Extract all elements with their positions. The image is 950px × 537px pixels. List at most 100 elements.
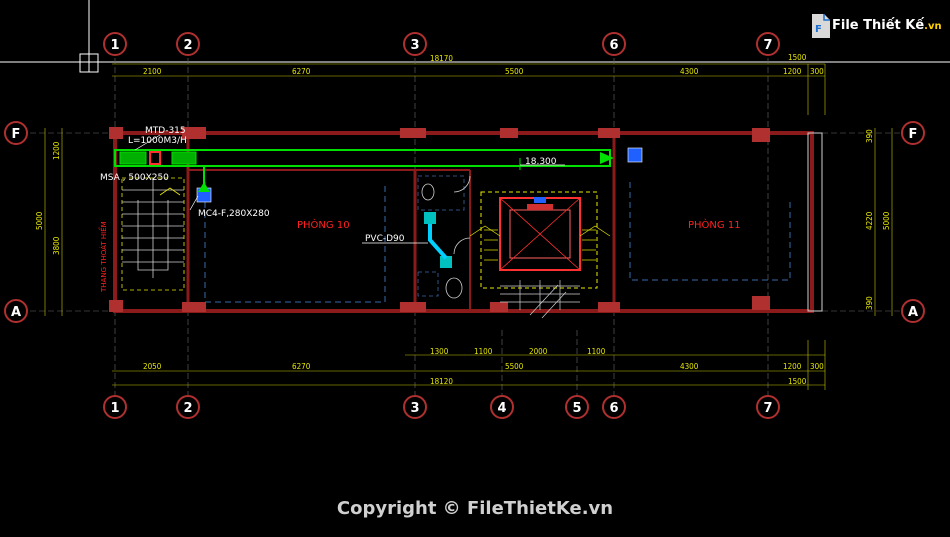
column	[109, 300, 123, 312]
grid-label: F	[12, 127, 21, 142]
grid-label: 3	[410, 401, 419, 416]
grid-bubble-bottom: 5	[565, 395, 589, 419]
room-outlines	[204, 182, 791, 303]
dim-top-seg: 1200	[783, 67, 802, 76]
dim-bottom-seg1: 1100	[587, 347, 606, 356]
dim-left-top: 1200	[52, 141, 61, 160]
dim-bottom-overall: 18120	[430, 377, 453, 386]
room-10-label: PHÒNG 10	[297, 218, 350, 231]
grid-label: 1	[110, 38, 119, 53]
dim-bottom-seg2: 5500	[505, 362, 524, 371]
grid-bubble-top: 3	[403, 32, 427, 56]
dim-right-outer: 5000	[882, 211, 891, 230]
grid-bubble-bottom: 1	[103, 395, 127, 419]
logo-main: File Thiết Kế	[832, 18, 925, 33]
grid-label: 5	[572, 401, 581, 416]
stair-core	[469, 191, 611, 319]
level-mark: 18.300	[525, 157, 557, 167]
note-mc: MC4-F,280X280	[198, 209, 270, 219]
grid-label: 2	[183, 38, 192, 53]
svg-text:F: F	[815, 24, 822, 35]
grid-label: 3	[410, 38, 419, 53]
grid-label: 2	[183, 401, 192, 416]
grid-bubble-row: A	[4, 299, 28, 323]
dim-bottom-seg2: 6270	[292, 362, 311, 371]
dim-bottom-seg2: 2050	[143, 362, 162, 371]
dim-right-bottom: 390	[865, 296, 874, 310]
dim-top-seg: 2100	[143, 67, 162, 76]
pvc-pipe	[424, 212, 452, 268]
dim-bottom-seg2: 1200	[783, 362, 802, 371]
dim-right-top: 390	[865, 129, 874, 143]
room-11-label: PHÒNG 11	[688, 218, 741, 231]
dim-right-inner: 4220	[865, 211, 874, 230]
dim-bottom-seg1: 1100	[474, 347, 493, 356]
stair-label: THANG THOÁT HIỂM	[98, 221, 108, 293]
grid-label: 6	[609, 401, 618, 416]
grid-label: F	[909, 127, 918, 142]
dim-bottom-seg2: 300	[810, 362, 824, 371]
copyright-watermark: Copyright © FileThietKe.vn	[336, 498, 614, 519]
column	[109, 127, 123, 139]
side-dimensions: 5000 1200 3800 5000 4220 390 390	[35, 129, 891, 310]
grid-bubble-row: A	[901, 299, 925, 323]
note-flow: L=1000M3/H	[128, 136, 187, 146]
column	[598, 128, 620, 138]
grid-label: A	[11, 305, 21, 320]
dim-bottom-seg2: 4300	[680, 362, 699, 371]
wc-area	[417, 175, 471, 299]
grid-bubble-top: 6	[602, 32, 626, 56]
column	[400, 302, 426, 312]
grid-lines	[30, 58, 900, 395]
logo-suffix: .vn	[924, 21, 942, 32]
grid-label: 6	[609, 38, 618, 53]
column	[490, 302, 508, 312]
grid-label: 1	[110, 401, 119, 416]
grid-bubble-bottom: 3	[403, 395, 427, 419]
grid-bubble-row: F	[4, 121, 28, 145]
dim-top-seg: 5500	[505, 67, 524, 76]
grid-label: 7	[763, 401, 772, 416]
column	[598, 302, 620, 312]
grid-bubbles: 1 2 3 6 7 1 2 3 4 5 6 7 F A F A	[4, 32, 925, 419]
grid-bubble-top: 1	[103, 32, 127, 56]
note-pvc: PVC-D90	[365, 234, 405, 244]
ventilation-duct	[114, 147, 643, 203]
logo-text: File Thiết Kế.vn	[832, 18, 942, 33]
dim-left-inner: 3800	[52, 236, 61, 255]
cad-drawing: MTD-315 L=1000M3/H MSA , 500X250 MC4-F,2…	[0, 0, 950, 419]
grid-bubble-top: 2	[176, 32, 200, 56]
column	[752, 296, 770, 310]
grid-label: A	[908, 305, 918, 320]
grid-label: 4	[497, 401, 506, 416]
dim-bottom-right: 1500	[788, 377, 807, 386]
grid-bubble-bottom: 2	[176, 395, 200, 419]
site-logo: F File Thiết Kế.vn	[810, 12, 942, 42]
dim-top-overall: 18170	[430, 54, 453, 63]
emergency-stair	[121, 177, 185, 291]
column	[500, 128, 518, 138]
dim-top-seg: 6270	[292, 67, 311, 76]
logo-icon: F	[812, 14, 830, 38]
annotations: MTD-315 L=1000M3/H MSA , 500X250 MC4-F,2…	[98, 126, 741, 293]
grid-bubble-bottom: 4	[490, 395, 514, 419]
note-mtd: MTD-315	[145, 126, 186, 136]
grid-bubble-row: F	[901, 121, 925, 145]
note-msa: MSA , 500X250	[100, 173, 169, 183]
bottom-dimensions: 1300 1100 2000 1100 2050 6270 5500 4300 …	[143, 347, 824, 386]
columns	[109, 127, 770, 312]
dim-bottom-seg1: 2000	[529, 347, 548, 356]
dimension-lines	[44, 63, 893, 390]
dim-top-seg: 4300	[680, 67, 699, 76]
column	[182, 302, 206, 312]
dim-top-right: 1500	[788, 53, 807, 62]
grid-bubble-bottom: 6	[602, 395, 626, 419]
grid-bubble-bottom: 7	[756, 395, 780, 419]
column	[752, 128, 770, 142]
crosshair-cursor	[0, 0, 950, 73]
grid-label: 7	[763, 38, 772, 53]
dim-bottom-seg1: 1300	[430, 347, 449, 356]
grid-bubble-top: 7	[756, 32, 780, 56]
top-dimensions: 18170 2100 6270 5500 4300 1200 300 1500	[143, 53, 824, 76]
dim-top-seg: 300	[810, 67, 824, 76]
